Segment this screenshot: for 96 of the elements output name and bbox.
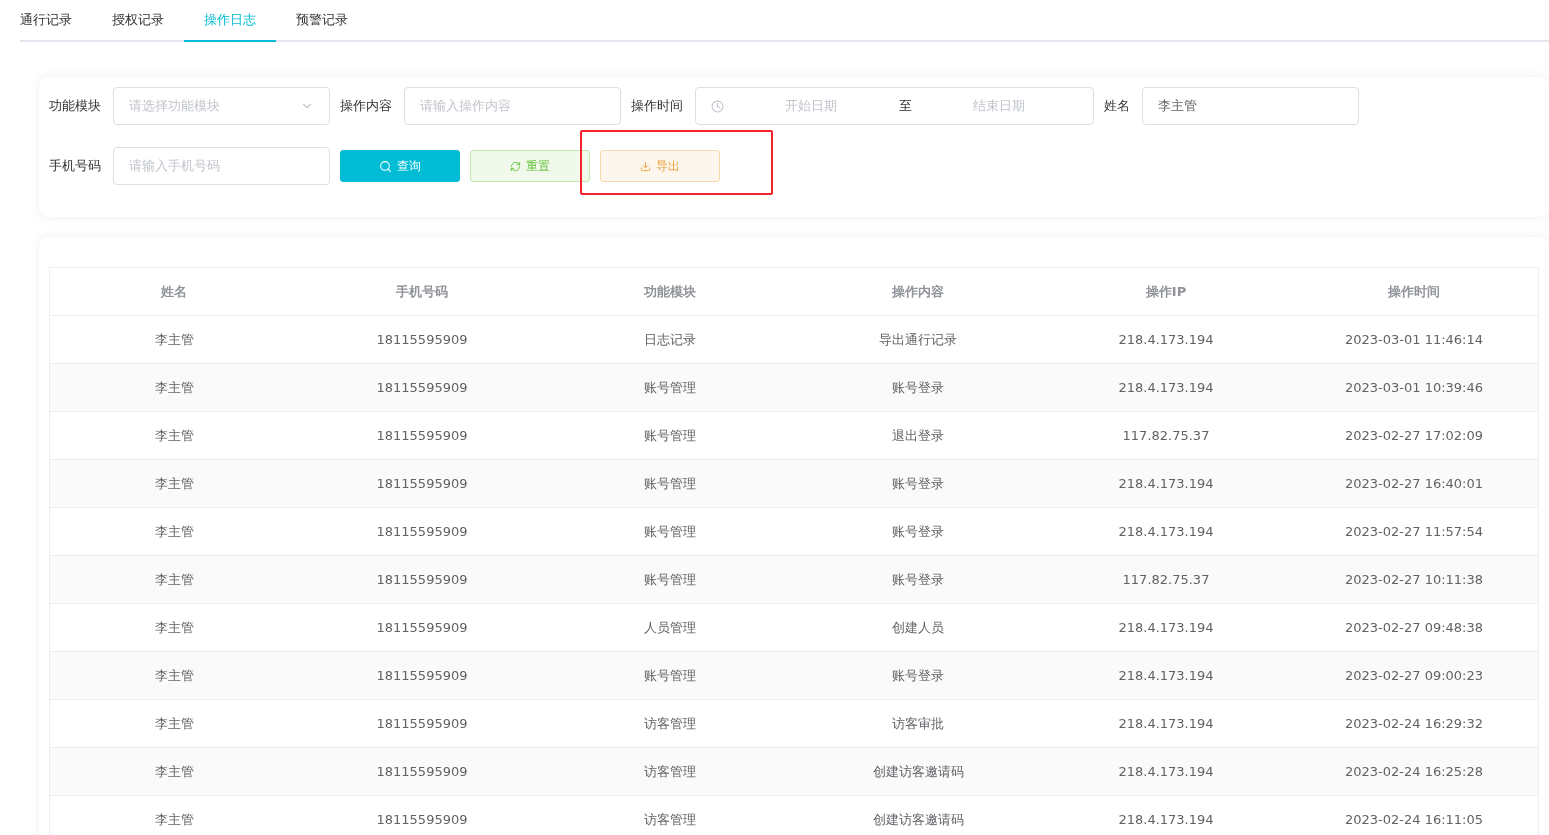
start-date-field[interactable]: 开始日期	[732, 97, 891, 115]
table-cell-text: 218.4.173.194	[1117, 379, 1215, 397]
table-cell-text: 18115595909	[375, 715, 469, 733]
field-label: 操作内容	[340, 97, 392, 115]
table-cell-text: 117.82.75.37	[1121, 571, 1211, 589]
table-cell-text: 2023-02-27 10:11:38	[1343, 571, 1485, 589]
search-icon	[379, 159, 392, 173]
table-cell-text: 创建人员	[891, 618, 945, 637]
tab[interactable]: 授权记录	[92, 0, 184, 42]
clock-icon	[711, 99, 724, 113]
table-cell-text: 18115595909	[375, 571, 469, 589]
table-cell-text: 李主管	[153, 330, 195, 349]
table-cell-text: 账号管理	[643, 378, 697, 397]
table-cell-text: 18115595909	[375, 427, 469, 445]
table-cell-text: 18115595909	[375, 619, 469, 637]
tab[interactable]: 操作日志	[184, 0, 276, 42]
column-header: 手机号码	[395, 282, 449, 301]
column-header: 操作时间	[1387, 282, 1441, 301]
input-field[interactable]: 李主管	[1142, 87, 1359, 125]
table-cell-text: 2023-02-27 09:48:38	[1343, 619, 1485, 637]
table-cell-text: 账号登录	[891, 570, 945, 589]
table-cell-text: 李主管	[153, 810, 195, 829]
table-cell-text: 18115595909	[375, 811, 469, 829]
table-cell-text: 日志记录	[643, 330, 697, 349]
table-cell-text: 2023-02-27 09:00:23	[1343, 667, 1485, 685]
search-button[interactable]: 查询	[340, 150, 460, 182]
table-cell-text: 2023-02-27 16:40:01	[1343, 475, 1485, 493]
table-cell-text: 18115595909	[375, 379, 469, 397]
export-button[interactable]: 导出	[600, 150, 720, 182]
table-cell-text: 账号管理	[643, 570, 697, 589]
field-label: 操作时间	[631, 97, 683, 115]
table-cell-text: 访客管理	[643, 762, 697, 781]
table-cell-text: 18115595909	[375, 331, 469, 349]
table-cell-text: 218.4.173.194	[1117, 763, 1215, 781]
table-cell-text: 李主管	[153, 762, 195, 781]
table-cell-text: 账号登录	[891, 522, 945, 541]
field-label: 手机号码	[49, 157, 101, 175]
table-cell-text: 账号管理	[643, 522, 697, 541]
table-cell-text: 李主管	[153, 474, 195, 493]
date-range-field[interactable]: 开始日期 至 结束日期	[695, 87, 1094, 125]
table-cell-text: 218.4.173.194	[1117, 523, 1215, 541]
table-cell-text: 218.4.173.194	[1117, 475, 1215, 493]
input-field[interactable]: 请输入操作内容	[404, 87, 621, 125]
table-cell-text: 李主管	[153, 666, 195, 685]
table-cell-text: 2023-02-24 16:25:28	[1343, 763, 1485, 781]
table-cell-text: 账号登录	[891, 378, 945, 397]
table-cell-text: 人员管理	[643, 618, 697, 637]
table-cell-text: 117.82.75.37	[1121, 427, 1211, 445]
column-header: 操作内容	[891, 282, 945, 301]
refresh-icon	[510, 160, 521, 172]
table-cell-text: 2023-02-27 17:02:09	[1343, 427, 1485, 445]
table-cell-text: 李主管	[153, 618, 195, 637]
table-cell-text: 2023-03-01 11:46:14	[1343, 331, 1485, 349]
download-icon	[640, 160, 651, 172]
column-header: 姓名	[160, 282, 188, 301]
table-cell-text: 退出登录	[891, 426, 945, 445]
table-cell-text: 218.4.173.194	[1117, 715, 1215, 733]
table-cell-text: 导出通行记录	[878, 330, 958, 349]
end-date-field[interactable]: 结束日期	[919, 97, 1078, 115]
table-cell-text: 访客管理	[643, 714, 697, 733]
table-cell-text: 李主管	[153, 714, 195, 733]
table-cell-text: 18115595909	[375, 475, 469, 493]
column-header: 操作IP	[1144, 282, 1188, 301]
column-header: 功能模块	[643, 282, 697, 301]
table-cell-text: 李主管	[153, 522, 195, 541]
table-cell-text: 218.4.173.194	[1117, 811, 1215, 829]
table-cell-text: 218.4.173.194	[1117, 331, 1215, 349]
table-cell-text: 访客管理	[643, 810, 697, 829]
table-cell-text: 218.4.173.194	[1117, 619, 1215, 637]
input-field[interactable]: 请输入手机号码	[113, 147, 330, 185]
table-cell-text: 2023-02-27 11:57:54	[1343, 523, 1485, 541]
table-cell-text: 账号管理	[643, 426, 697, 445]
table-cell-text: 18115595909	[375, 523, 469, 541]
table-cell-text: 李主管	[153, 378, 195, 397]
tab[interactable]: 预警记录	[276, 0, 368, 42]
table-cell-text: 218.4.173.194	[1117, 667, 1215, 685]
table-cell-text: 2023-03-01 10:39:46	[1343, 379, 1485, 397]
table-cell-text: 账号管理	[643, 666, 697, 685]
field-label: 姓名	[1104, 97, 1130, 115]
table-cell-text: 账号登录	[891, 666, 945, 685]
table-cell-text: 账号管理	[643, 474, 697, 493]
table-cell-text: 李主管	[153, 426, 195, 445]
table-cell-text: 18115595909	[375, 667, 469, 685]
table-cell-text: 18115595909	[375, 763, 469, 781]
table-cell-text: 创建访客邀请码	[871, 810, 965, 829]
table-cell-text: 2023-02-24 16:29:32	[1343, 715, 1485, 733]
table-cell-text: 账号登录	[891, 474, 945, 493]
reset-button[interactable]: 重置	[470, 150, 590, 182]
tab[interactable]: 通行记录	[20, 0, 92, 42]
module-select[interactable]: 请选择功能模块	[113, 87, 330, 125]
range-separator: 至	[898, 97, 912, 115]
field-label: 功能模块	[49, 97, 101, 115]
table-cell-text: 2023-02-24 16:11:05	[1343, 811, 1485, 829]
table-cell-text: 访客审批	[891, 714, 945, 733]
table-cell-text: 李主管	[153, 570, 195, 589]
table-cell-text: 创建访客邀请码	[871, 762, 965, 781]
